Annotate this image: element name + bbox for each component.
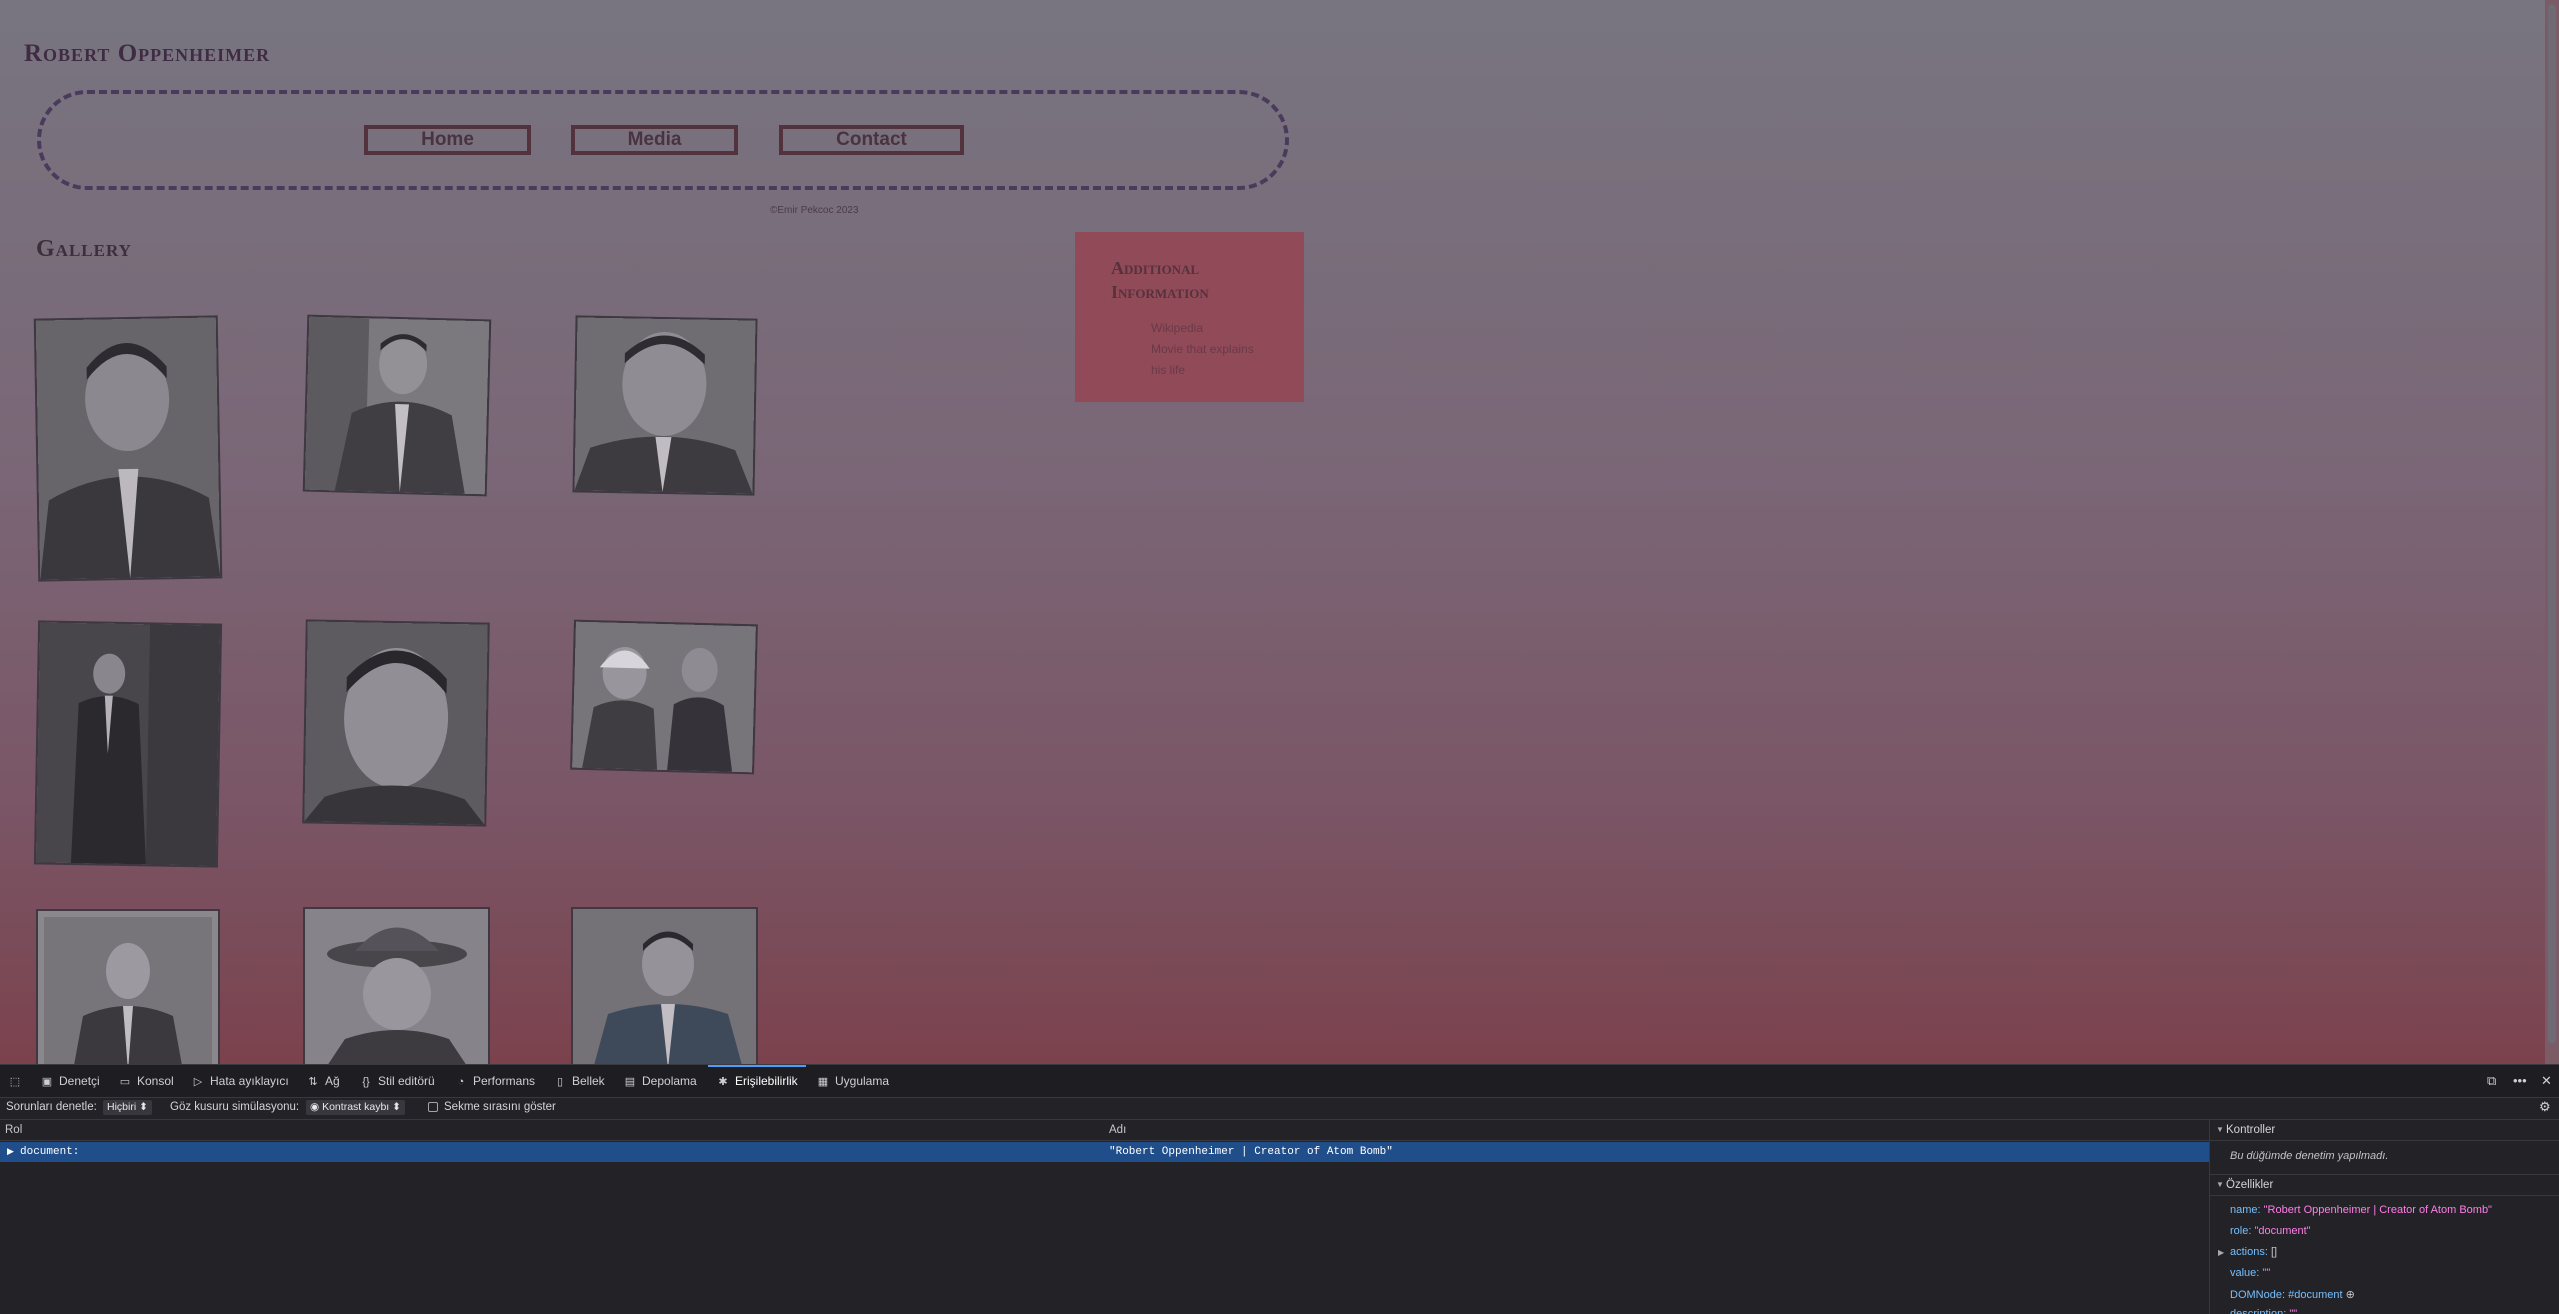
checks-note: Bu düğümde denetim yapılmadı.: [2230, 1150, 2389, 1162]
storage-icon: ▤: [624, 1076, 636, 1088]
accessibility-icon: ✱: [718, 1076, 728, 1088]
tab-storage[interactable]: ▤ Depolama: [623, 1065, 697, 1097]
simulate-label: Göz kusuru simülasyonu:: [170, 1101, 300, 1113]
settings-gear-icon[interactable]: ⚙: [2539, 1099, 2551, 1115]
site-title: Robert Oppenheimer: [24, 40, 271, 67]
gallery-photo-7[interactable]: [38, 911, 218, 1064]
info-links: Wikipedia Movie that explains his life: [1151, 318, 1254, 381]
row-role: document:: [20, 1146, 80, 1158]
console-icon: ▭: [119, 1076, 131, 1088]
prop-description: description: "": [2230, 1308, 2298, 1314]
tab-memory[interactable]: ▯ Bellek: [553, 1065, 605, 1097]
style-editor-icon: {}: [362, 1076, 370, 1088]
copyright-text: ©Emir Pekcoc 2023: [770, 205, 859, 216]
prop-role: role: "document": [2230, 1225, 2311, 1237]
gallery-photo-5[interactable]: [304, 621, 488, 825]
tree-header: Rol Adı: [0, 1120, 2209, 1141]
additional-info-box: Additional Information Wikipedia Movie t…: [1075, 232, 1304, 402]
movie-link-continued[interactable]: his life: [1151, 360, 1254, 381]
page-viewport: Robert Oppenheimer Home Media Contact ©E…: [0, 0, 2545, 1064]
tab-performance[interactable]: ◔ Performans: [454, 1065, 535, 1097]
target-node-icon[interactable]: ⊕: [2346, 1289, 2355, 1301]
tab-order-label: Sekme sırasını göster: [444, 1101, 556, 1113]
gallery-photo-8[interactable]: [305, 909, 488, 1064]
checks-section-header[interactable]: ▼ Kontroller: [2210, 1120, 2559, 1141]
tab-network[interactable]: ⇅ Ağ: [306, 1065, 339, 1097]
tab-inspector[interactable]: ▣ Denetçi: [40, 1065, 100, 1097]
devtools-panel: ⬚ ▣ Denetçi ▭ Konsol ▷ Hata ayıklayıcı ⇅ Ağ …: [0, 1064, 2559, 1314]
pick-element-icon[interactable]: ⬚: [8, 1065, 27, 1097]
collapse-arrow-icon: ▼: [2216, 1180, 2224, 1189]
tab-debugger[interactable]: ▷ Hata ayıklayıcı: [191, 1065, 289, 1097]
expand-arrow-icon[interactable]: ▶: [7, 1147, 14, 1157]
tab-console[interactable]: ▭ Konsol: [118, 1065, 174, 1097]
tab-application[interactable]: ▦ Uygulama: [816, 1065, 889, 1097]
prop-name: name: "Robert Oppenheimer | Creator of A…: [2230, 1204, 2492, 1216]
more-options-icon[interactable]: •••: [2513, 1065, 2527, 1097]
nav-contact-button[interactable]: Contact: [779, 125, 964, 155]
gallery-photo-1[interactable]: [35, 317, 221, 580]
check-issues-label: Sorunları denetle:: [6, 1101, 97, 1113]
tree-row-document[interactable]: ▶ document: "Robert Oppenheimer | Creato…: [0, 1142, 2209, 1162]
close-devtools-icon[interactable]: ✕: [2541, 1065, 2552, 1097]
inspector-icon: ▣: [41, 1076, 53, 1088]
gallery-photo-3[interactable]: [574, 317, 756, 494]
expand-arrow-icon[interactable]: ▶: [2218, 1248, 2224, 1257]
prop-domnode: DOMNode: #document ⊕: [2230, 1289, 2355, 1301]
eye-icon: ◉: [310, 1101, 323, 1113]
page-scrollbar[interactable]: [2545, 0, 2559, 1064]
accessibility-filter-bar: Sorunları denetle: Hiçbiri ⬍ Göz kusuru …: [0, 1097, 2559, 1120]
prop-value: value: "": [2230, 1267, 2271, 1279]
gallery-photo-9[interactable]: [573, 909, 756, 1064]
gallery-photo-4[interactable]: [35, 622, 221, 866]
check-issues-select[interactable]: Hiçbiri ⬍: [103, 1100, 152, 1115]
accessibility-sidebar: ▼ Kontroller Bu düğümde denetim yapılmadı…: [2209, 1120, 2559, 1314]
wikipedia-link[interactable]: Wikipedia: [1151, 318, 1254, 339]
network-icon: ⇅: [308, 1076, 318, 1088]
simulate-select[interactable]: ◉ Kontrast kaybı ⬍: [306, 1100, 405, 1115]
performance-icon: ◔: [457, 1076, 465, 1088]
nav-home-button[interactable]: Home: [364, 125, 531, 155]
memory-icon: ▯: [556, 1076, 564, 1088]
tab-style-editor[interactable]: {} Stil editörü: [359, 1065, 434, 1097]
application-icon: ▦: [817, 1076, 829, 1088]
info-box-title: Additional Information: [1111, 258, 1209, 302]
gallery-photo-6[interactable]: [572, 621, 756, 773]
devtools-toolbar: ⬚ ▣ Denetçi ▭ Konsol ▷ Hata ayıklayıcı ⇅ Ağ …: [0, 1064, 2559, 1098]
collapse-arrow-icon: ▼: [2216, 1125, 2224, 1134]
tab-order-checkbox[interactable]: [428, 1102, 438, 1112]
nav-media-button[interactable]: Media: [571, 125, 738, 155]
row-name: "Robert Oppenheimer | Creator of Atom Bo…: [1109, 1146, 1393, 1158]
dock-side-icon[interactable]: ⧉: [2487, 1065, 2496, 1097]
gallery-photo-2[interactable]: [304, 316, 490, 495]
debugger-icon: ▷: [193, 1076, 203, 1088]
prop-actions[interactable]: ▶ actions: []: [2218, 1246, 2277, 1258]
properties-section-header[interactable]: ▼ Özellikler: [2210, 1174, 2559, 1196]
movie-link[interactable]: Movie that explains: [1151, 339, 1254, 360]
col-name-header: Adı: [1109, 1124, 1127, 1136]
col-role-header: Rol: [5, 1124, 23, 1136]
tab-accessibility[interactable]: ✱ Erişilebilirlik: [708, 1065, 806, 1097]
gallery-title: Gallery: [36, 236, 132, 262]
